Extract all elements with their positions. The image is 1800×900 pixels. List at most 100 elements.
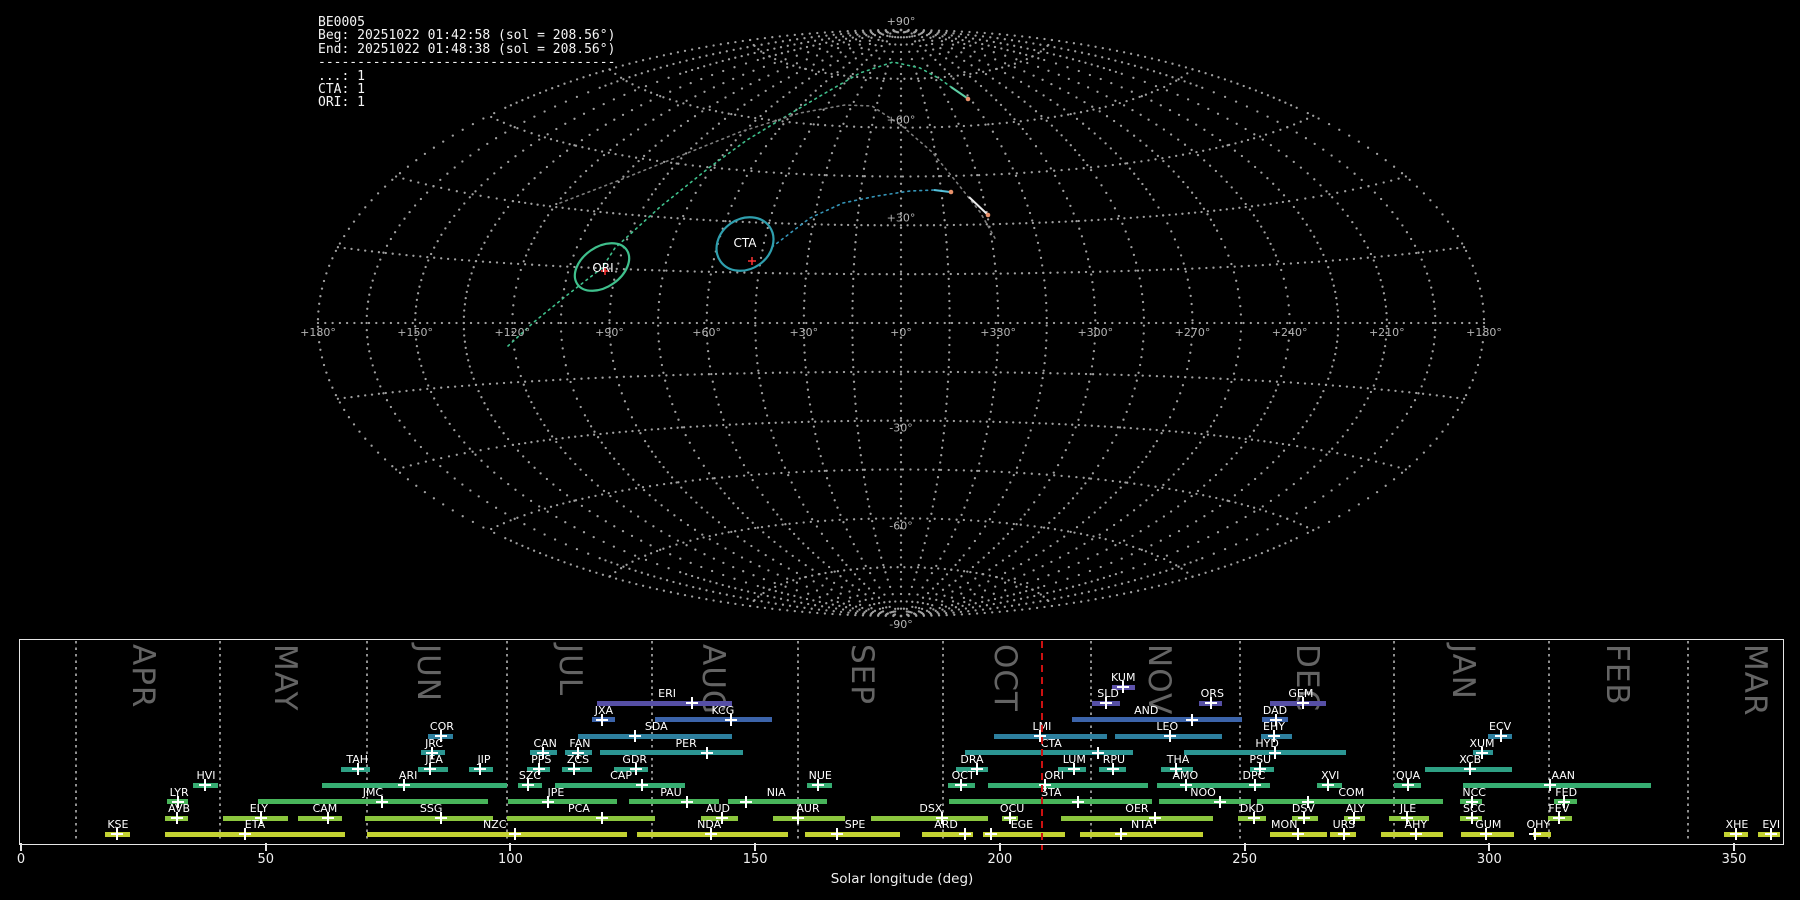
grid-dot bbox=[1175, 80, 1177, 82]
grid-dot bbox=[985, 371, 987, 373]
grid-dot bbox=[650, 552, 652, 554]
grid-dot bbox=[814, 223, 816, 225]
grid-dot bbox=[1157, 555, 1159, 557]
grid-dot bbox=[364, 249, 366, 251]
grid-dot bbox=[1099, 537, 1101, 539]
grid-dot bbox=[1066, 57, 1068, 59]
grid-dot bbox=[1327, 266, 1329, 268]
grid-dot bbox=[568, 207, 570, 209]
grid-dot bbox=[1319, 248, 1321, 250]
grid-dot bbox=[791, 322, 793, 324]
grid-dot bbox=[1385, 159, 1387, 161]
grid-dot bbox=[1177, 505, 1179, 507]
grid-dot bbox=[727, 602, 729, 604]
grid-dot bbox=[660, 504, 662, 506]
grid-dot bbox=[801, 82, 803, 84]
grid-dot bbox=[1013, 474, 1015, 476]
grid-dot bbox=[1020, 120, 1022, 122]
grid-dot bbox=[755, 294, 757, 296]
grid-dot bbox=[752, 479, 754, 481]
shower-peak-marker-GUM bbox=[1480, 828, 1492, 840]
grid-dot bbox=[1334, 291, 1336, 293]
grid-dot bbox=[1255, 379, 1257, 381]
grid-dot bbox=[995, 99, 997, 101]
grid-dot bbox=[886, 35, 888, 37]
grid-dot bbox=[1183, 563, 1185, 565]
shower-peak-marker-AUR bbox=[792, 812, 804, 824]
grid-dot bbox=[999, 421, 1001, 423]
grid-dot bbox=[970, 519, 972, 521]
grid-dot bbox=[689, 104, 691, 106]
grid-dot bbox=[755, 422, 757, 424]
grid-dot bbox=[1410, 238, 1412, 240]
grid-dot bbox=[1215, 147, 1217, 149]
grid-dot bbox=[900, 87, 902, 89]
grid-dot bbox=[1253, 511, 1255, 513]
grid-dot bbox=[527, 395, 529, 397]
grid-dot bbox=[918, 33, 920, 35]
grid-dot bbox=[572, 322, 574, 324]
grid-dot bbox=[753, 600, 755, 602]
grid-dot bbox=[1031, 473, 1033, 475]
grid-dot bbox=[1143, 428, 1145, 430]
grid-dot bbox=[1352, 455, 1354, 457]
grid-dot bbox=[1040, 384, 1042, 386]
grid-dot bbox=[754, 324, 756, 326]
grid-dot bbox=[463, 202, 465, 204]
grid-dot bbox=[856, 226, 858, 228]
grid-dot bbox=[562, 141, 564, 143]
grid-dot bbox=[1322, 495, 1324, 497]
grid-dot bbox=[626, 238, 628, 240]
grid-dot bbox=[690, 82, 692, 84]
grid-dot bbox=[1006, 610, 1008, 612]
grid-dot bbox=[566, 378, 568, 380]
grid-dot bbox=[1023, 70, 1025, 72]
grid-dot bbox=[931, 572, 933, 574]
grid-dot bbox=[1226, 118, 1228, 120]
grid-dot bbox=[566, 265, 568, 267]
grid-dot bbox=[1112, 540, 1114, 542]
grid-dot bbox=[700, 566, 702, 568]
grid-dot bbox=[672, 374, 674, 376]
grid-dot bbox=[831, 519, 833, 521]
grid-dot bbox=[513, 295, 515, 297]
grid-dot bbox=[894, 175, 896, 177]
grid-dot bbox=[1190, 295, 1192, 297]
grid-dot bbox=[1367, 185, 1369, 187]
grid-dot bbox=[943, 432, 945, 434]
CTA-meteor bbox=[934, 190, 950, 192]
grid-dot bbox=[929, 37, 931, 39]
grid-dot bbox=[465, 297, 467, 299]
grid-dot bbox=[523, 384, 525, 386]
grid-dot bbox=[493, 471, 495, 473]
grid-dot bbox=[1019, 421, 1021, 423]
grid-dot bbox=[1232, 436, 1234, 438]
grid-dot bbox=[583, 113, 585, 115]
grid-dot bbox=[1040, 50, 1042, 52]
grid-dot bbox=[848, 43, 850, 45]
grid-dot bbox=[974, 577, 976, 579]
grid-dot bbox=[715, 482, 717, 484]
grid-dot bbox=[911, 586, 913, 588]
grid-dot bbox=[398, 224, 400, 226]
grid-dot bbox=[1269, 401, 1271, 403]
grid-dot bbox=[559, 265, 561, 267]
grid-dot bbox=[659, 95, 661, 97]
shower-label-ARD: ARD bbox=[934, 818, 958, 831]
grid-dot bbox=[1266, 115, 1268, 117]
grid-dot bbox=[769, 322, 771, 324]
grid-dot bbox=[947, 101, 949, 103]
grid-dot bbox=[533, 177, 535, 179]
grid-dot bbox=[1216, 230, 1218, 232]
grid-dot bbox=[945, 403, 947, 405]
grid-dot bbox=[770, 138, 772, 140]
grid-dot bbox=[926, 579, 928, 581]
grid-dot bbox=[1106, 373, 1108, 375]
grid-dot bbox=[580, 266, 582, 268]
grid-dot bbox=[685, 491, 687, 493]
grid-dot bbox=[1022, 452, 1024, 454]
grid-dot bbox=[630, 510, 632, 512]
grid-dot bbox=[1015, 586, 1017, 588]
grid-dot bbox=[1023, 101, 1025, 103]
grid-dot bbox=[814, 421, 816, 423]
